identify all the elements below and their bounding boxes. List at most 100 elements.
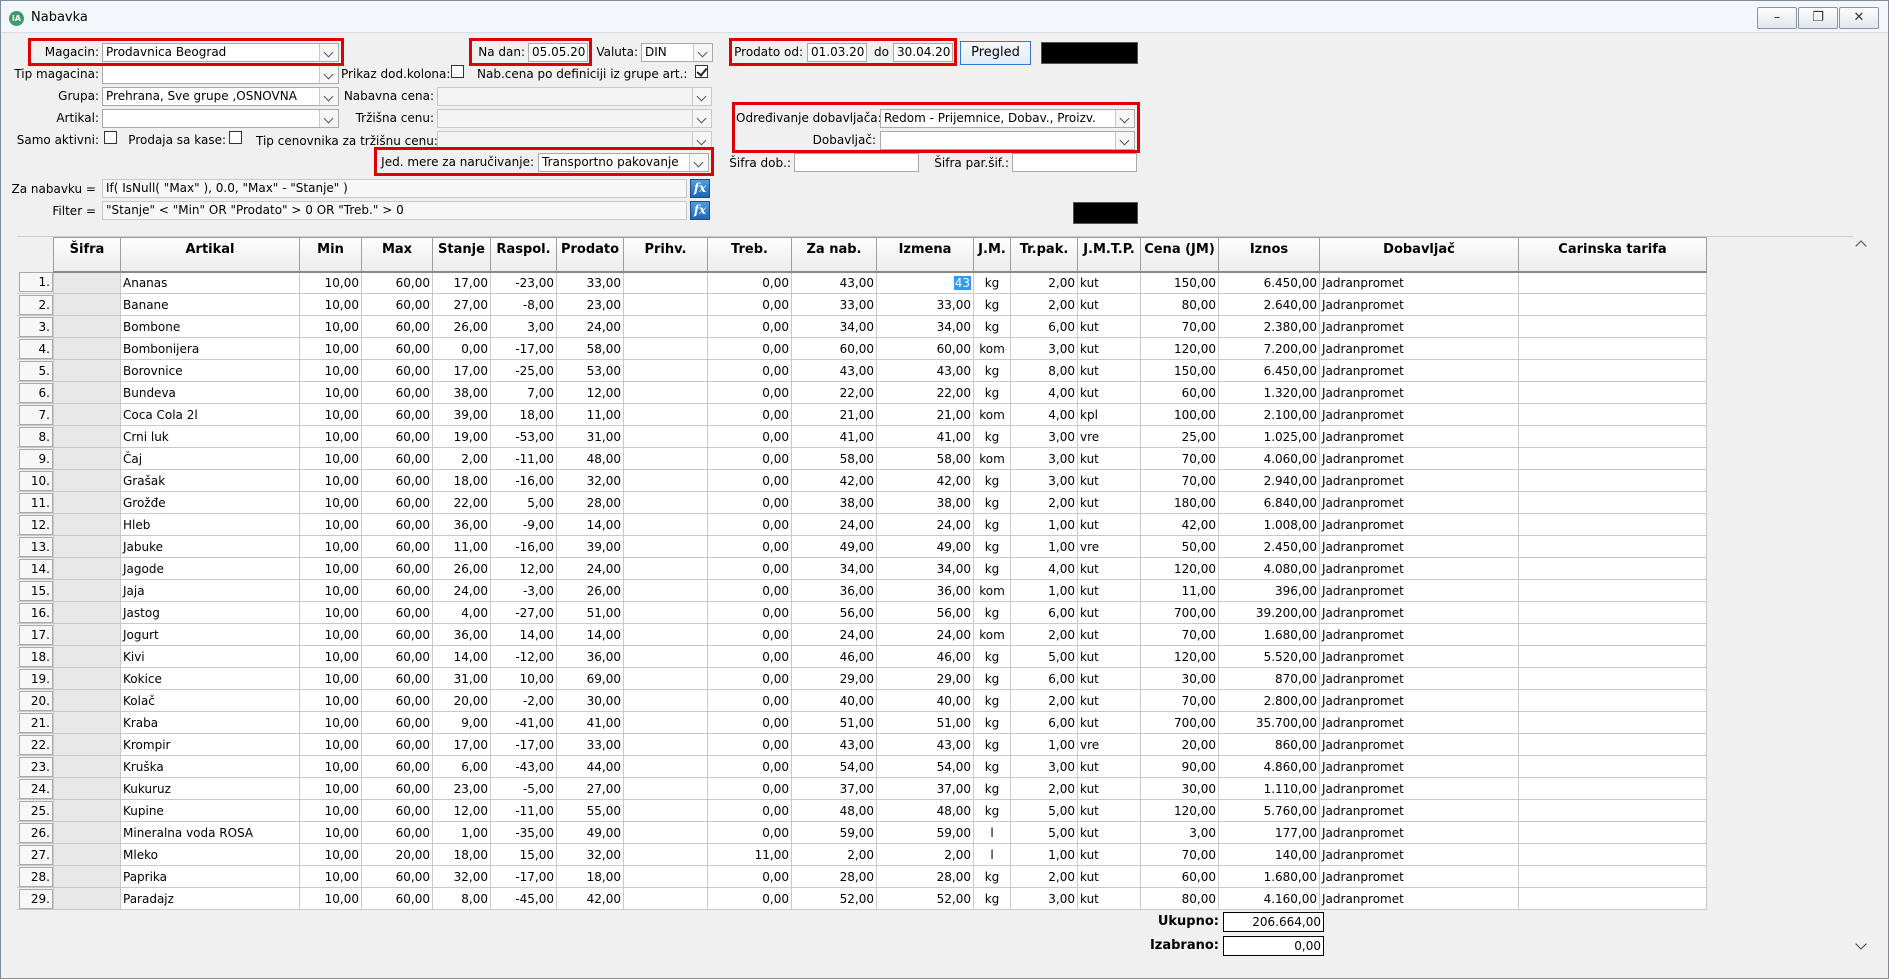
izmena-cell[interactable]: 38,00 [876,491,974,514]
artikal-cell[interactable]: Jagode [120,557,300,580]
min-cell[interactable]: 10,00 [299,733,362,756]
stanje-cell[interactable]: 9,00 [432,711,491,734]
minimize-button[interactable]: – [1757,7,1797,29]
max-cell[interactable]: 60,00 [361,491,433,514]
iznos-cell[interactable]: 1.320,00 [1218,381,1320,404]
jm-cell[interactable]: kom [973,403,1011,426]
dobavljac-cell[interactable]: Jadranpromet [1319,733,1519,756]
prodato-cell[interactable]: 42,00 [556,887,624,910]
stanje-cell[interactable]: 22,00 [432,491,491,514]
prihv-cell[interactable] [623,843,708,866]
artikal-cell[interactable]: Grašak [120,469,300,492]
iznos-cell[interactable]: 6.450,00 [1218,271,1320,294]
raspol-cell[interactable]: -2,00 [490,689,557,712]
jm-cell[interactable]: kg [973,557,1011,580]
stanje-cell[interactable]: 39,00 [432,403,491,426]
prodaja-sa-kase-checkbox[interactable] [229,131,242,144]
prodato-cell[interactable]: 69,00 [556,667,624,690]
row-number[interactable]: 19. [17,667,54,690]
samo-aktivni-checkbox[interactable] [104,131,117,144]
izmena-cell[interactable]: 28,00 [876,865,974,888]
artikal-cell[interactable]: Kukuruz [120,777,300,800]
pregled-button[interactable]: Pregled [960,41,1031,65]
cena-cell[interactable]: 20,00 [1140,733,1219,756]
prodato-cell[interactable]: 51,00 [556,601,624,624]
carinska-tarifa-cell[interactable] [1518,623,1707,646]
iznos-cell[interactable]: 2.800,00 [1218,689,1320,712]
jmtp-cell[interactable]: kut [1077,755,1141,778]
iznos-cell[interactable]: 4.060,00 [1218,447,1320,470]
dobavljac-cell[interactable]: Jadranpromet [1319,865,1519,888]
carinska-tarifa-cell[interactable] [1518,667,1707,690]
column-header[interactable]: Tr.pak. [1010,237,1078,273]
carinska-tarifa-cell[interactable] [1518,733,1707,756]
artikal-cell[interactable]: Kruška [120,755,300,778]
raspol-cell[interactable]: 15,00 [490,843,557,866]
sifra-cell[interactable] [53,755,121,778]
max-cell[interactable]: 60,00 [361,601,433,624]
treb-cell[interactable]: 0,00 [707,645,792,668]
prodato-cell[interactable]: 26,00 [556,579,624,602]
prihv-cell[interactable] [623,381,708,404]
table-row[interactable]: 26. Mineralna voda ROSA 10,00 60,00 1,00 -35,… [17,821,1707,844]
jm-cell[interactable]: kg [973,469,1011,492]
sifra-cell[interactable] [53,403,121,426]
dobavljac-cell[interactable]: Jadranpromet [1319,777,1519,800]
jm-cell[interactable]: kg [973,777,1011,800]
prodato-cell[interactable]: 14,00 [556,623,624,646]
iznos-cell[interactable]: 6.840,00 [1218,491,1320,514]
prihv-cell[interactable] [623,535,708,558]
iznos-cell[interactable]: 140,00 [1218,843,1320,866]
cena-cell[interactable]: 70,00 [1140,843,1219,866]
stanje-cell[interactable]: 17,00 [432,271,491,294]
stanje-cell[interactable]: 36,00 [432,513,491,536]
max-cell[interactable]: 60,00 [361,337,433,360]
column-header[interactable]: Prodato [556,237,624,273]
raspol-cell[interactable]: -45,00 [490,887,557,910]
table-row[interactable]: 13. Jabuke 10,00 60,00 11,00 -16,00 39,00 0,00 4… [17,535,1707,558]
raspol-cell[interactable]: -11,00 [490,799,557,822]
tr-pak-cell[interactable]: 1,00 [1010,843,1078,866]
sifra-cell[interactable] [53,821,121,844]
izmena-cell[interactable]: 59,00 [876,821,974,844]
sifra-cell[interactable] [53,381,121,404]
artikal-cell[interactable]: Paprika [120,865,300,888]
jmtp-cell[interactable]: kut [1077,689,1141,712]
stanje-cell[interactable]: 2,00 [432,447,491,470]
tr-pak-cell[interactable]: 3,00 [1010,425,1078,448]
dobavljac-cell[interactable]: Jadranpromet [1319,381,1519,404]
iznos-cell[interactable]: 396,00 [1218,579,1320,602]
sifra-cell[interactable] [53,865,121,888]
min-cell[interactable]: 10,00 [299,667,362,690]
tr-pak-cell[interactable]: 5,00 [1010,799,1078,822]
table-row[interactable]: 7. Coca Cola 2l 10,00 60,00 39,00 18,00 11,00 0… [17,403,1707,426]
treb-cell[interactable]: 0,00 [707,579,792,602]
prodato-cell[interactable]: 12,00 [556,381,624,404]
izmena-cell[interactable]: 46,00 [876,645,974,668]
prihv-cell[interactable] [623,579,708,602]
min-cell[interactable]: 10,00 [299,315,362,338]
nab-cena-definicija-checkbox[interactable] [695,65,708,78]
carinska-tarifa-cell[interactable] [1518,755,1707,778]
dobavljac-cell[interactable]: Jadranpromet [1319,337,1519,360]
stanje-cell[interactable]: 1,00 [432,821,491,844]
cena-cell[interactable]: 100,00 [1140,403,1219,426]
dobavljac-cell[interactable]: Jadranpromet [1319,403,1519,426]
jm-cell[interactable]: kg [973,865,1011,888]
za-nab-cell[interactable]: 58,00 [791,447,877,470]
prihv-cell[interactable] [623,887,708,910]
jm-cell[interactable]: kom [973,447,1011,470]
artikal-cell[interactable]: Kivi [120,645,300,668]
table-row[interactable]: 1. Ananas 10,00 60,00 17,00 -23,00 33,00 0,00 43… [17,271,1707,294]
artikal-cell[interactable]: Bombone [120,315,300,338]
sifra-cell[interactable] [53,557,121,580]
max-cell[interactable]: 60,00 [361,535,433,558]
jmtp-cell[interactable]: vre [1077,425,1141,448]
max-cell[interactable]: 60,00 [361,821,433,844]
dobavljac-cell[interactable]: Jadranpromet [1319,513,1519,536]
jm-cell[interactable]: kg [973,513,1011,536]
jmtp-cell[interactable]: kut [1077,887,1141,910]
treb-cell[interactable]: 11,00 [707,843,792,866]
stanje-cell[interactable]: 18,00 [432,843,491,866]
treb-cell[interactable]: 0,00 [707,513,792,536]
